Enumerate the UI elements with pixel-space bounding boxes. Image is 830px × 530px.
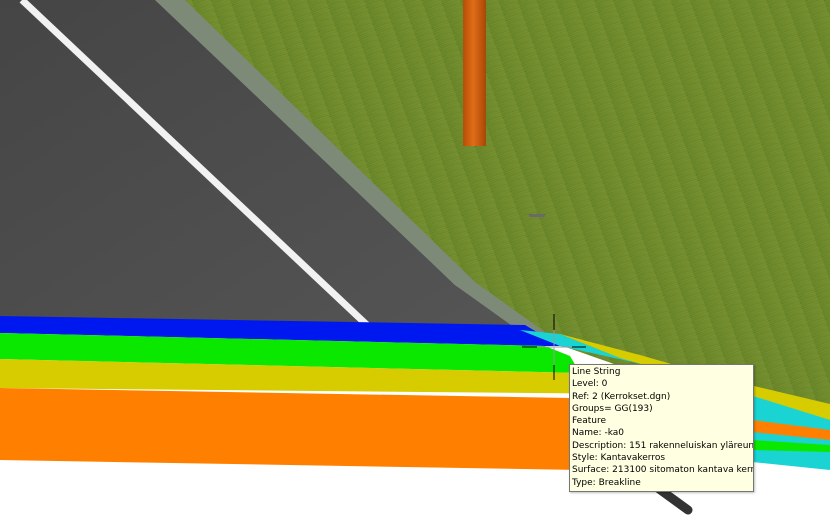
- tooltip-line-description: Description: 151 rakenneluiskan yläreuna: [572, 440, 754, 451]
- tooltip-line-surface: Surface: 213100 sitomaton kantava kerros: [572, 465, 754, 476]
- layer-orange: [0, 388, 600, 470]
- tooltip-line-type: Line String: [572, 367, 621, 377]
- tooltip-line-style: Style: Kantavakerros: [572, 453, 666, 464]
- tooltip-line-breakline: Type: Breakline: [572, 477, 641, 488]
- 3d-viewport[interactable]: Line String Level: 0 Ref: 2 (Kerrokset.d…: [0, 0, 830, 530]
- element-info-tooltip: Line String Level: 0 Ref: 2 (Kerrokset.d…: [569, 364, 754, 492]
- tooltip-line-name: Name: -ka0: [572, 428, 624, 439]
- pole: [463, 0, 486, 146]
- tooltip-line-level: Level: 0: [572, 379, 608, 390]
- tooltip-line-feature: Feature: [572, 416, 607, 427]
- tooltip-line-ref: Ref: 2 (Kerrokset.dgn): [572, 391, 671, 402]
- terrain-object: [528, 214, 546, 217]
- tooltip-line-groups: Groups= GG(193): [572, 403, 653, 414]
